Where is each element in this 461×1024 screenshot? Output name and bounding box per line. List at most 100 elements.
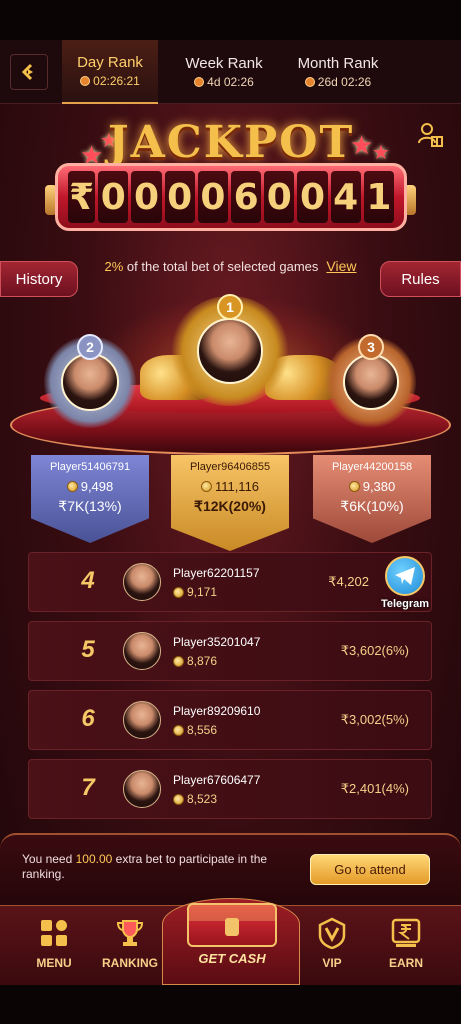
avatar bbox=[343, 354, 399, 410]
clock-icon bbox=[304, 77, 315, 87]
telegram-button[interactable]: Telegram bbox=[370, 556, 440, 618]
player-name: Player96406855 bbox=[189, 461, 271, 473]
table-row[interactable]: 7 Player67606477 8,523 ₹2,401(4%) bbox=[28, 759, 432, 819]
player-reward: ₹2,401(4%) bbox=[340, 781, 409, 796]
tab-timer: 26d 02:26 bbox=[304, 75, 372, 89]
menu-grid-icon bbox=[37, 916, 71, 950]
notice-text: You need 100.00 extra bet to participate… bbox=[22, 852, 282, 882]
timer-text: 26d 02:26 bbox=[317, 75, 372, 89]
nav-get-cash[interactable]: GET CASH bbox=[162, 898, 300, 985]
player-name: Player35201047 bbox=[173, 635, 261, 649]
rank1-badge: 1 bbox=[217, 294, 243, 320]
jackpot-digit: 0 bbox=[297, 171, 328, 223]
nav-earn[interactable]: EARN bbox=[366, 906, 446, 986]
tab-label: Month Rank bbox=[297, 55, 379, 72]
player-name: Player44200158 bbox=[331, 461, 413, 473]
rank2-card[interactable]: Player51406791 9,498 ₹7K(13%) bbox=[31, 455, 149, 543]
chest-lock bbox=[225, 918, 239, 936]
rank-number: 7 bbox=[81, 774, 95, 801]
go-to-attend-button[interactable]: Go to attend bbox=[310, 854, 430, 885]
score-value: 9,171 bbox=[187, 585, 218, 599]
info-text: of the total bet of selected games bbox=[123, 259, 319, 274]
history-button[interactable]: History bbox=[0, 261, 78, 297]
score-value: 9,498 bbox=[80, 479, 114, 494]
player-reward: ₹4,202 bbox=[328, 574, 369, 589]
jackpot-counter: ₹ 0 0 0 0 6 0 0 4 1 bbox=[55, 163, 407, 231]
clock-icon bbox=[80, 76, 91, 86]
rupee-icon bbox=[389, 916, 423, 950]
nav-label: MENU bbox=[36, 956, 72, 970]
coin-icon bbox=[66, 481, 78, 492]
rank2-avatar-frame[interactable]: 2 bbox=[44, 334, 136, 428]
rank3-card[interactable]: Player44200158 9,380 ₹6K(10%) bbox=[313, 455, 431, 543]
score-value: 8,876 bbox=[187, 654, 218, 668]
player-reward: ₹7K(13%) bbox=[58, 498, 122, 514]
tab-week-rank[interactable]: Week Rank 4d 02:26 bbox=[172, 40, 276, 104]
avatar bbox=[123, 701, 161, 739]
tab-label: Day Rank bbox=[77, 54, 143, 71]
jackpot-digit: 0 bbox=[98, 171, 129, 223]
coin-icon bbox=[173, 586, 184, 598]
timer-text: 02:26:21 bbox=[93, 74, 140, 88]
player-score: 9,380 bbox=[313, 479, 431, 494]
nav-vip[interactable]: VIP bbox=[292, 906, 372, 986]
participation-notice: You need 100.00 extra bet to participate… bbox=[0, 833, 461, 905]
nav-ranking[interactable]: RANKING bbox=[90, 906, 170, 986]
rules-button[interactable]: Rules bbox=[380, 261, 461, 297]
nav-label: EARN bbox=[388, 956, 423, 970]
table-row[interactable]: 5 Player35201047 8,876 ₹3,602(6%) bbox=[28, 621, 432, 681]
rank-number: 4 bbox=[81, 567, 95, 594]
player-reward: ₹12K(20%) bbox=[194, 498, 266, 514]
rank1-card[interactable]: Player96406855 111,116 ₹12K(20%) bbox=[171, 455, 289, 551]
rank3-avatar-frame[interactable]: 3 bbox=[326, 334, 416, 428]
view-link[interactable]: View bbox=[326, 258, 356, 274]
jackpot-digit: 0 bbox=[131, 171, 162, 223]
tab-month-rank[interactable]: Month Rank 26d 02:26 bbox=[284, 40, 392, 104]
back-button[interactable] bbox=[10, 54, 48, 90]
player-score: 8,523 bbox=[173, 792, 217, 806]
bottom-strip bbox=[0, 985, 461, 1024]
rank1-avatar-frame[interactable]: 1 bbox=[170, 294, 290, 406]
rank2-badge: 2 bbox=[77, 334, 103, 360]
star-icon: ★ bbox=[372, 142, 390, 164]
player-score: 9,498 bbox=[31, 479, 149, 494]
nav-label: GET CASH bbox=[198, 951, 266, 966]
table-row[interactable]: 6 Player89209610 8,556 ₹3,002(5%) bbox=[28, 690, 432, 750]
coin-icon bbox=[200, 481, 212, 492]
jackpot-title: JACKPOT bbox=[107, 117, 355, 168]
score-value: 9,380 bbox=[362, 479, 396, 494]
currency-symbol: ₹ bbox=[68, 171, 96, 223]
jackpot-digit: 0 bbox=[197, 171, 228, 223]
user-gift-icon[interactable] bbox=[416, 121, 444, 149]
avatar bbox=[123, 563, 161, 601]
jackpot-digit: 6 bbox=[231, 171, 262, 223]
player-score: 8,876 bbox=[173, 654, 217, 668]
tab-timer: 4d 02:26 bbox=[194, 75, 254, 89]
coin-icon bbox=[173, 724, 184, 736]
jackpot-digit: 1 bbox=[363, 171, 395, 223]
nav-label: RANKING bbox=[102, 956, 158, 970]
player-name: Player67606477 bbox=[173, 773, 261, 787]
trophy-icon bbox=[113, 916, 147, 950]
player-score: 111,116 bbox=[171, 479, 289, 494]
jackpot-digit: 0 bbox=[164, 171, 195, 223]
tab-day-rank[interactable]: Day Rank 02:26:21 bbox=[62, 40, 158, 104]
back-arrow-icon bbox=[21, 63, 33, 81]
coin-icon bbox=[173, 793, 184, 805]
top-strip bbox=[0, 0, 461, 40]
info-percent: 2% bbox=[104, 259, 124, 274]
tab-timer: 02:26:21 bbox=[80, 74, 140, 88]
telegram-label: Telegram bbox=[380, 598, 430, 610]
rank-header: Day Rank 02:26:21 Week Rank 4d 02:26 Mon… bbox=[0, 40, 461, 104]
ranking-screen: Day Rank 02:26:21 Week Rank 4d 02:26 Mon… bbox=[0, 0, 461, 1024]
avatar bbox=[61, 353, 119, 411]
score-value: 111,116 bbox=[214, 479, 260, 494]
nav-menu[interactable]: MENU bbox=[14, 906, 94, 986]
coin-icon bbox=[348, 481, 360, 492]
avatar bbox=[123, 770, 161, 808]
notice-amount: 100.00 bbox=[75, 852, 113, 866]
coin-icon bbox=[173, 655, 184, 667]
avatar bbox=[123, 632, 161, 670]
jackpot-digit: 0 bbox=[264, 171, 295, 223]
player-name: Player89209610 bbox=[173, 704, 261, 718]
